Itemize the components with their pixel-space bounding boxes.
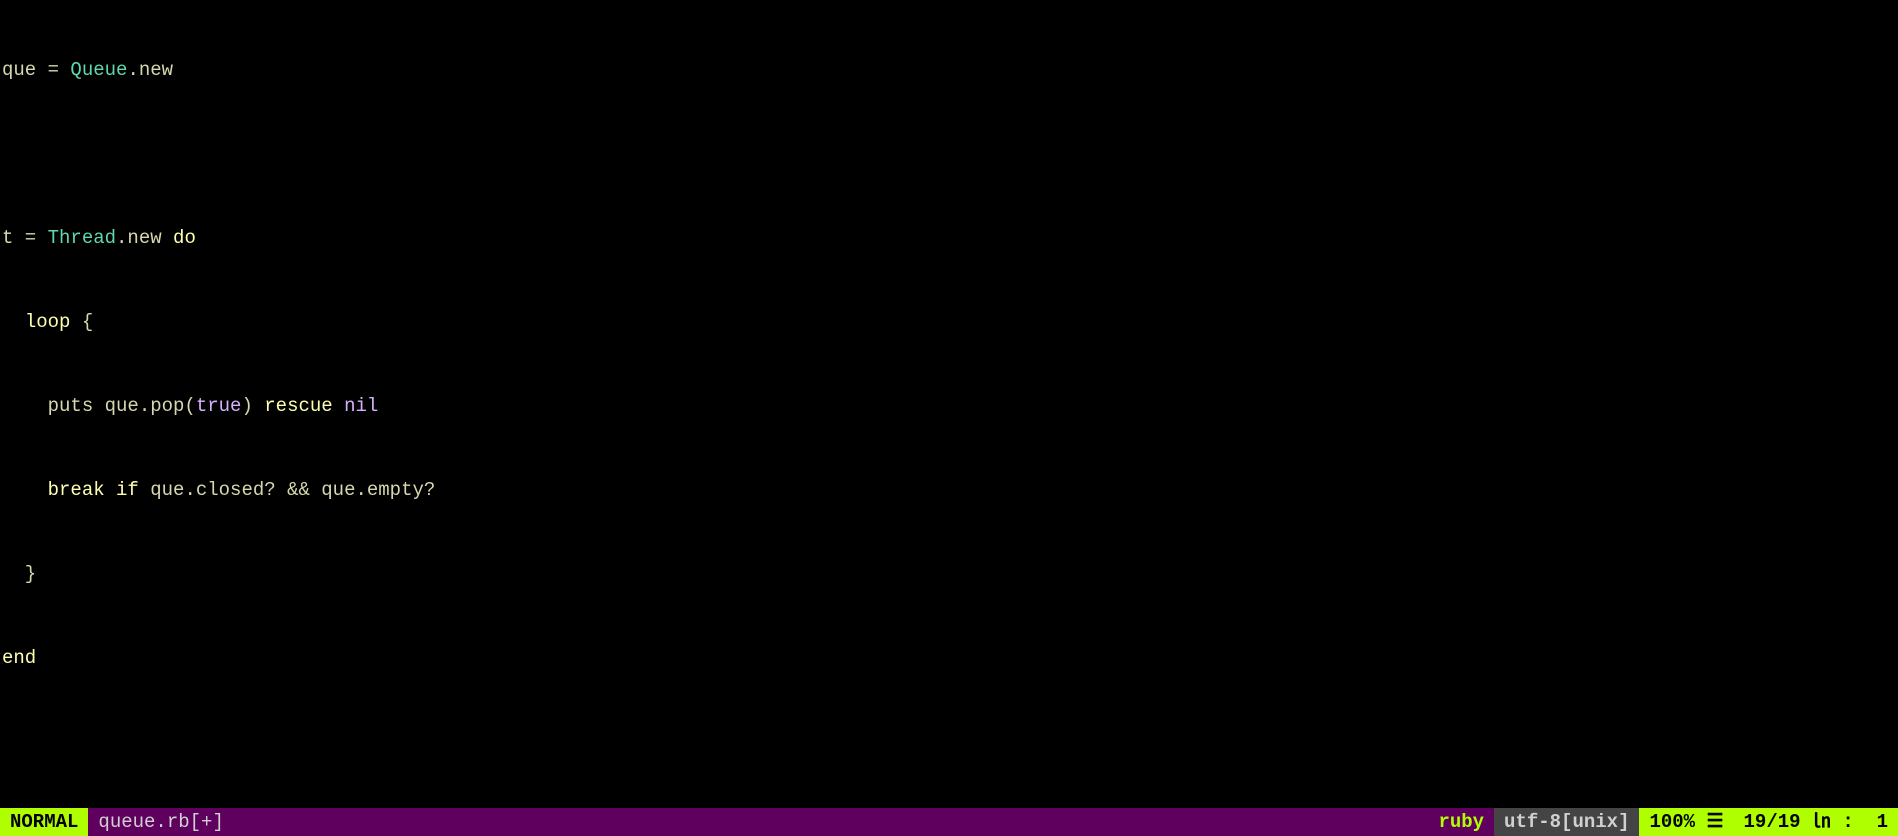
code-text: } — [2, 563, 36, 585]
code-text: ) — [241, 395, 264, 417]
code-text: t = — [2, 227, 48, 249]
code-text — [2, 479, 48, 501]
code-line[interactable] — [0, 140, 1898, 168]
col-number: 1 — [1877, 808, 1888, 836]
code-text: end — [2, 647, 36, 669]
code-text: if — [116, 479, 139, 501]
code-text: .new — [127, 59, 173, 81]
code-text: .new — [116, 227, 173, 249]
code-line[interactable]: end — [0, 644, 1898, 672]
line-count: 19/19 — [1744, 808, 1801, 836]
code-line[interactable]: puts que.pop(true) rescue nil — [0, 392, 1898, 420]
code-text: nil — [344, 395, 378, 417]
code-text — [333, 395, 344, 417]
code-text — [105, 479, 116, 501]
col-sep: : — [1842, 808, 1853, 836]
code-text: true — [196, 395, 242, 417]
ln-icon: ㏑ — [1812, 808, 1831, 836]
code-text: { — [70, 311, 93, 333]
cursor-position-indicator: 19/19 ㏑ : 1 — [1734, 808, 1898, 836]
code-text: break — [48, 479, 105, 501]
code-line[interactable]: } — [0, 560, 1898, 588]
code-text: loop — [25, 311, 71, 333]
code-text: Thread — [48, 227, 116, 249]
code-line[interactable]: break if que.closed? && que.empty? — [0, 476, 1898, 504]
filename-indicator: queue.rb[+] — [88, 808, 1428, 836]
code-line[interactable]: loop { — [0, 308, 1898, 336]
code-text: que.closed? && que.empty? — [139, 479, 435, 501]
filetype-indicator: ruby — [1428, 808, 1494, 836]
code-text: que = — [2, 59, 70, 81]
code-text: Queue — [70, 59, 127, 81]
scroll-percent-indicator: 100% ☰ — [1639, 808, 1733, 836]
status-bar: NORMAL queue.rb[+] ruby utf-8[unix] 100%… — [0, 808, 1898, 836]
code-text — [2, 311, 25, 333]
hamburger-icon: ☰ — [1706, 808, 1723, 836]
encoding-indicator: utf-8[unix] — [1494, 808, 1639, 836]
code-text: rescue — [264, 395, 332, 417]
code-line[interactable]: que = Queue.new — [0, 56, 1898, 84]
code-line[interactable]: t = Thread.new do — [0, 224, 1898, 252]
vim-mode-indicator: NORMAL — [0, 808, 88, 836]
code-text: do — [173, 227, 196, 249]
code-text: puts que.pop( — [2, 395, 196, 417]
editor-viewport[interactable]: que = Queue.new t = Thread.new do loop {… — [0, 0, 1898, 808]
code-line[interactable] — [0, 728, 1898, 756]
percent-text: 100% — [1649, 808, 1695, 836]
